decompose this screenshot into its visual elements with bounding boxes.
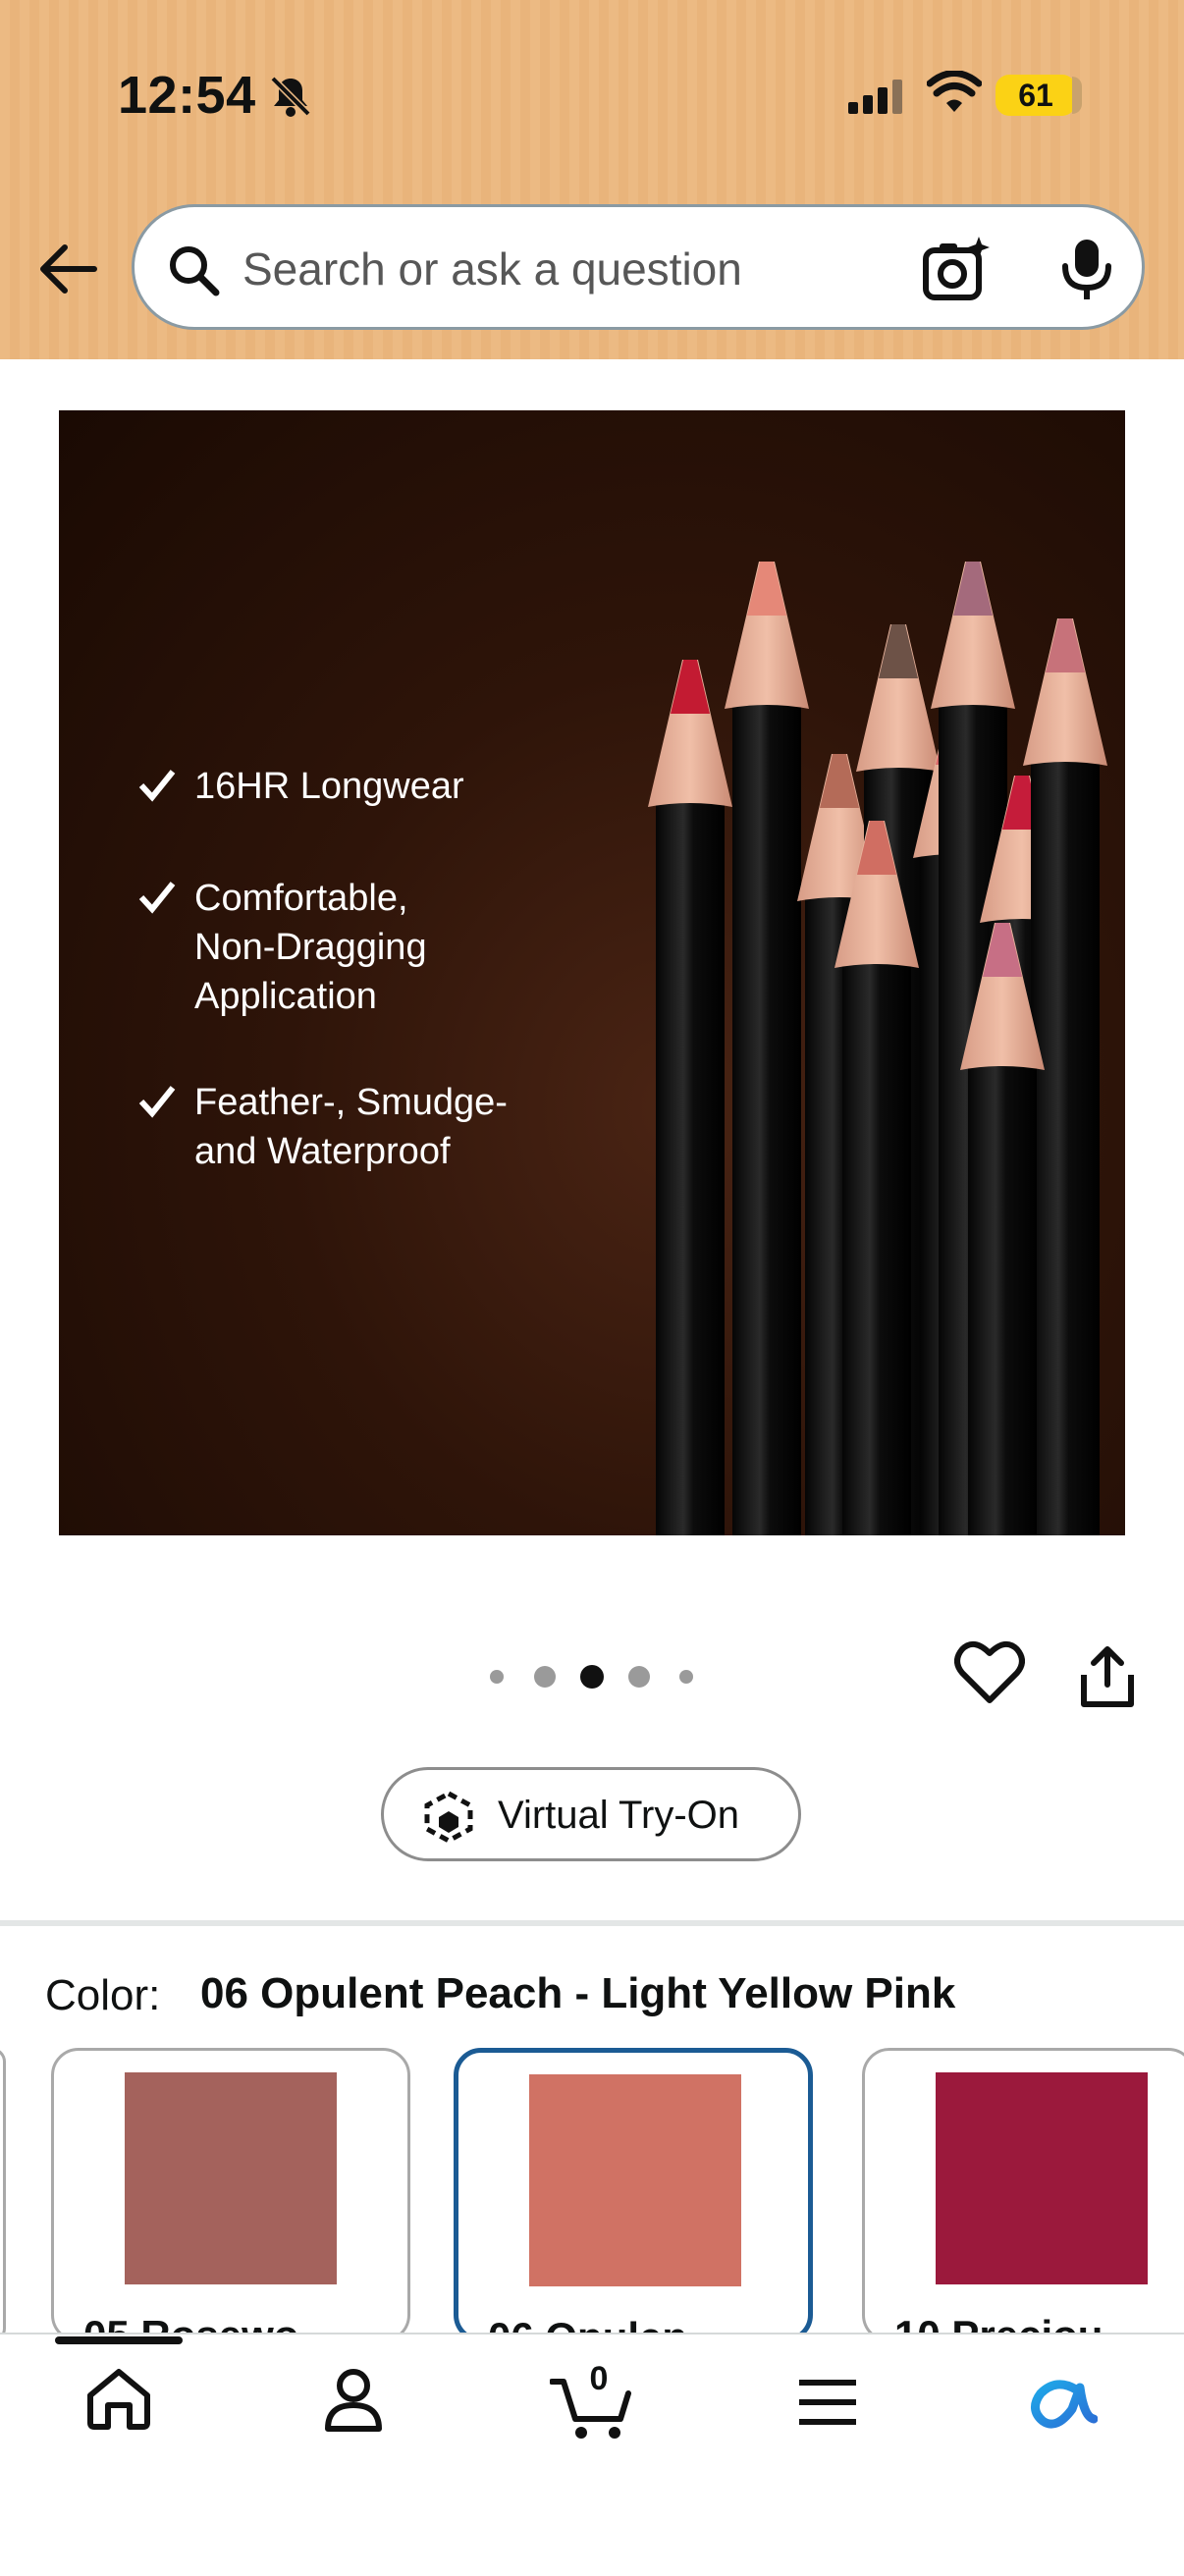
home-icon: [87, 2369, 150, 2430]
product-image[interactable]: 16HR Longwear Comfortable, Non-Dragging …: [59, 410, 1125, 1535]
virtual-try-on-label: Virtual Try-On: [498, 1794, 739, 1837]
color-swatch-selected[interactable]: 06 Opulen: [454, 2048, 813, 2342]
swatch-chip: [936, 2072, 1148, 2284]
color-label: Color:: [45, 1971, 161, 2019]
rufus-assistant-icon: [1031, 2380, 1099, 2429]
cart-count-badge: 0: [589, 2360, 609, 2397]
selected-color-name: 06 Opulent Peach - Light Yellow Pink: [200, 1969, 956, 2017]
battery-indicator: 61: [996, 75, 1076, 116]
wifi-icon: [926, 70, 983, 119]
carousel-dot-active[interactable]: [580, 1665, 604, 1689]
lip-liner-pencils-illustration: [648, 562, 1107, 1535]
carousel-dot[interactable]: [534, 1666, 556, 1688]
benefit-item: Feather-, Smudge- and Waterproof: [137, 1078, 508, 1176]
benefit-item: 16HR Longwear: [137, 762, 464, 811]
search-bar[interactable]: Search or ask a question: [132, 204, 1145, 330]
check-icon: [138, 770, 176, 802]
benefit-text: 16HR Longwear: [194, 766, 464, 807]
benefit-text: Comfortable, Non-Dragging Application: [194, 878, 427, 1017]
benefit-text: Feather-, Smudge- and Waterproof: [194, 1082, 508, 1172]
color-swatch[interactable]: 05 Rosewo: [51, 2048, 410, 2342]
color-swatch-partial[interactable]: [0, 2048, 6, 2342]
status-time: 12:54: [118, 66, 256, 125]
battery-cap: [1072, 77, 1082, 114]
virtual-try-on-button[interactable]: Virtual Try-On: [381, 1767, 801, 1861]
carousel-dot[interactable]: [679, 1670, 693, 1684]
cellular-signal-icon: [848, 79, 907, 119]
silent-bell-icon: [267, 73, 314, 125]
benefit-item: Comfortable, Non-Dragging Application: [137, 874, 427, 1021]
camera-search-icon[interactable]: [920, 235, 991, 310]
hamburger-menu-icon: [799, 2380, 856, 2425]
microphone-icon[interactable]: [1059, 237, 1114, 306]
search-input[interactable]: Search or ask a question: [242, 242, 742, 295]
check-icon: [138, 882, 176, 914]
carousel-dot[interactable]: [628, 1666, 650, 1688]
section-divider: [0, 1920, 1184, 1926]
carousel-dot[interactable]: [490, 1670, 504, 1684]
share-icon[interactable]: [1078, 1645, 1137, 1713]
check-icon: [138, 1086, 176, 1118]
search-icon: [166, 242, 221, 302]
swatch-chip: [529, 2074, 741, 2286]
cube-ar-icon: [421, 1790, 476, 1850]
tab-rufus-assistant[interactable]: [1027, 2374, 1099, 2438]
tab-account[interactable]: [322, 2366, 385, 2438]
tab-home[interactable]: [84, 2366, 153, 2436]
color-swatch[interactable]: 10 Preciou: [862, 2048, 1184, 2342]
active-tab-indicator: [55, 2336, 183, 2344]
tab-menu[interactable]: [797, 2378, 858, 2432]
back-arrow-icon[interactable]: [35, 242, 98, 301]
heart-icon[interactable]: [954, 1639, 1025, 1709]
person-icon: [325, 2369, 382, 2432]
swatch-chip: [125, 2072, 337, 2284]
